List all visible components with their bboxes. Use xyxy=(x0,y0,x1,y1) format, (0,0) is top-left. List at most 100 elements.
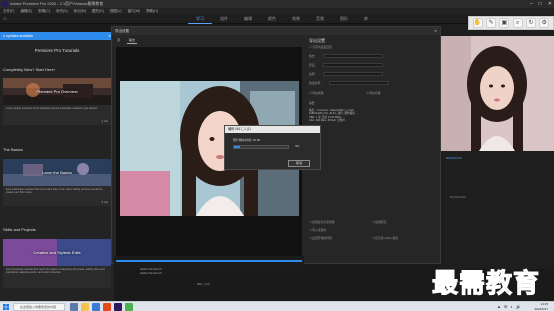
windows-start-icon[interactable] xyxy=(3,304,9,310)
browser-icon[interactable] xyxy=(92,303,100,311)
import-project-label: 导入项目中 xyxy=(312,228,327,232)
format-row[interactable]: 格式： xyxy=(309,54,384,59)
title-bar: Adobe Premiere Pro 2020 - C:\用户\Videos\最… xyxy=(0,0,554,8)
workspace-tabs: 学习 组件 编辑 颜色 效果 音频 图形 库 xyxy=(188,14,376,24)
cancel-button[interactable]: 取消 xyxy=(288,160,310,167)
learn-title: Premiere Pro Tutorials xyxy=(34,48,80,53)
workspace-tab-graphics[interactable]: 图形 xyxy=(332,14,356,24)
menu-clip[interactable]: 剪辑(C) xyxy=(38,9,50,13)
menu-markers[interactable]: 标记(M) xyxy=(74,9,86,13)
minimize-icon[interactable]: – xyxy=(530,0,533,8)
maximize-icon[interactable]: □ xyxy=(539,0,542,8)
tutorial-card-basics[interactable]: Learn the Basics Four interactive tutori… xyxy=(3,159,111,206)
progress-bar xyxy=(233,145,289,149)
export-video-label: 导出视频 xyxy=(312,91,324,95)
floating-toolbar: ✋ ✎ ▣ ⌕ ↻ ⚙ xyxy=(468,16,554,30)
refresh-icon[interactable]: ↻ xyxy=(525,18,536,28)
progress-bar-fill xyxy=(234,146,241,148)
menu-help[interactable]: 帮助(H) xyxy=(146,9,158,13)
progress-remaining-text: 预计剩余时间: 00:00 xyxy=(233,138,261,142)
tutorial-card-creative[interactable]: Creative and Stylistic Edits Five intera… xyxy=(3,239,111,288)
tutorial-card-overview[interactable]: Premiere Pro Overview A two-minute overv… xyxy=(3,78,111,125)
use-previews-label: 使用预览 xyxy=(375,220,387,224)
timeline-ruler[interactable] xyxy=(114,256,304,268)
tutorial-duration: 2 min xyxy=(101,120,108,123)
set-timecode-label: 设置开始时间码 xyxy=(312,236,332,240)
tutorial-thumb-label: Creative and Stylistic Edits xyxy=(33,250,81,255)
workspace-tab-assembly[interactable]: 组件 xyxy=(212,14,236,24)
alpha-only-checkbox[interactable]: ☐ 仅渲染 Alpha 通道 xyxy=(372,236,398,241)
premiere-app-icon xyxy=(2,1,8,7)
timeline-timecode[interactable]: 00;00;03;22 xyxy=(450,195,466,199)
tutorial-thumbnail: Premiere Pro Overview xyxy=(3,78,111,105)
tutorial-thumb-label: Premiere Pro Overview xyxy=(36,89,78,94)
app-icon[interactable] xyxy=(103,303,111,311)
hand-icon[interactable]: ✋ xyxy=(472,18,483,28)
workspace-tab-learn[interactable]: 学习 xyxy=(188,14,212,24)
tutorial-description: Four interactive tutorials that cover ea… xyxy=(6,188,103,195)
export-video-checkbox[interactable]: ☑ 导出视频 xyxy=(309,91,324,96)
project-item[interactable]: Adobe Premiere Pr xyxy=(140,268,162,272)
output-name-row[interactable]: 输出名称： xyxy=(309,81,389,86)
section-heading-basics: The Basics xyxy=(3,147,23,152)
export-audio-checkbox[interactable]: ☑ 导出音频 xyxy=(366,91,381,96)
menu-sequence[interactable]: 序列(S) xyxy=(56,9,68,13)
window-title: Adobe Premiere Pro 2020 - C:\用户\Videos\最… xyxy=(10,1,104,6)
clock[interactable]: 14:15 2021/6/17 xyxy=(535,302,548,311)
workspace-tab-editing[interactable]: 编辑 xyxy=(236,14,260,24)
menu-file[interactable]: 文件(F) xyxy=(3,9,14,13)
taskbar-search-input[interactable]: 在这里输入你要搜索的内容 xyxy=(13,303,65,311)
premiere-taskbar-icon[interactable] xyxy=(114,303,122,311)
export-audio-label: 导出音频 xyxy=(369,91,381,95)
zoom-icon[interactable]: ⌕ xyxy=(512,18,523,28)
preset-row[interactable]: 预设： xyxy=(309,63,384,68)
preset-select[interactable] xyxy=(323,63,384,68)
file-explorer-icon[interactable] xyxy=(81,303,89,311)
alpha-only-label: 仅渲染 Alpha 通道 xyxy=(375,236,398,240)
output-name-field[interactable] xyxy=(329,81,389,86)
home-icon[interactable]: ⌂ xyxy=(3,16,9,22)
clock-date: 2021/6/17 xyxy=(534,306,548,311)
menu-window[interactable]: 窗口(W) xyxy=(128,9,141,13)
section-heading-skills: Skills and Projects xyxy=(3,227,36,232)
app-icon[interactable] xyxy=(125,303,133,311)
updates-banner[interactable]: 4 updates available ✕ xyxy=(0,32,114,40)
match-sequence-label: 与序列设置匹配 xyxy=(312,45,332,49)
max-render-label: 使用最高渲染质量 xyxy=(312,220,335,224)
format-label: 格式： xyxy=(309,54,318,58)
project-item[interactable]: Adobe Premiere Pr xyxy=(140,272,162,276)
program-monitor-preview xyxy=(441,36,554,151)
save-icon[interactable]: ▣ xyxy=(499,18,510,28)
workspace-tab-audio[interactable]: 音频 xyxy=(308,14,332,24)
max-render-checkbox[interactable]: ☐ 使用最高渲染质量 xyxy=(309,220,335,225)
export-tabs: 源 输出 xyxy=(115,37,141,44)
comments-label: 注释： xyxy=(309,72,318,76)
comments-field[interactable] xyxy=(323,72,384,77)
workspace-tab-libraries[interactable]: 库 xyxy=(356,14,376,24)
workspace-tab-color[interactable]: 颜色 xyxy=(260,14,284,24)
workspace-tab-effects[interactable]: 效果 xyxy=(284,14,308,24)
menu-graphics[interactable]: 图形(G) xyxy=(92,9,104,13)
format-select[interactable] xyxy=(323,54,384,59)
close-window-icon[interactable]: ✕ xyxy=(548,0,552,8)
tutorial-thumb-label: Learn the Basics xyxy=(42,170,72,175)
match-sequence-checkbox[interactable]: ☐ 与序列设置匹配 xyxy=(309,45,332,50)
menu-view[interactable]: 视图(V) xyxy=(110,9,122,13)
task-view-icon[interactable] xyxy=(70,303,78,311)
comments-row[interactable]: 注释： xyxy=(309,72,384,77)
tab-source[interactable]: 源 xyxy=(115,37,122,43)
settings-icon[interactable]: ⚙ xyxy=(539,18,550,28)
sequence-label[interactable]: 0617_1 (1) xyxy=(197,283,210,286)
tab-output[interactable]: 输出 xyxy=(126,37,137,44)
use-previews-checkbox[interactable]: ☐ 使用预览 xyxy=(372,220,387,225)
system-tray-icons[interactable]: ▲ ✉ ◐ 🔊 xyxy=(497,304,522,309)
set-timecode-checkbox[interactable]: ☐ 设置开始时间码 xyxy=(309,236,332,241)
timeline-range-bar[interactable] xyxy=(116,260,302,262)
import-project-checkbox[interactable]: ☐ 导入项目中 xyxy=(309,228,326,233)
menu-edit[interactable]: 编辑(E) xyxy=(20,9,32,13)
pen-icon[interactable]: ✎ xyxy=(485,18,496,28)
close-icon[interactable]: ✕ xyxy=(434,27,437,35)
encoding-progress-dialog: 编码 0617_1 (1) 预计剩余时间: 00:00 3% 取消 xyxy=(224,125,321,170)
program-timecode[interactable]: 00;00;03;22 xyxy=(446,156,462,160)
progress-dialog-title: 编码 0617_1 (1) xyxy=(225,126,320,133)
